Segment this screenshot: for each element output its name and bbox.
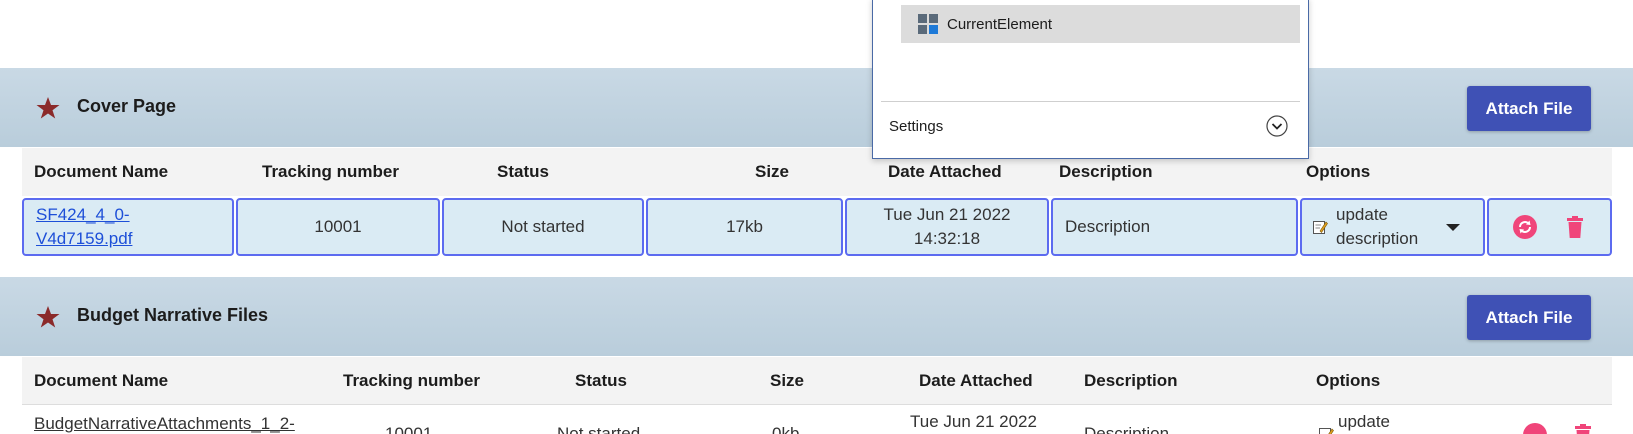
options-select[interactable]: update description — [1300, 198, 1485, 256]
settings-label[interactable]: Settings — [889, 118, 943, 135]
column-header-tracking-number: Tracking number — [343, 371, 480, 390]
edit-note-icon — [1313, 221, 1328, 234]
page: Cover Page Attach File Document Name Tra… — [0, 0, 1633, 434]
cell-actions — [1487, 198, 1612, 256]
table-row: SF424_4_0- V4d7159.pdf 10001 Not started… — [22, 198, 1612, 256]
time-line: 14:32:18 — [913, 229, 981, 248]
cell-tracking-number: 10001 — [385, 424, 433, 434]
cell-description[interactable]: Description — [1084, 424, 1169, 434]
table-header-row: Document Name Tracking number Status Siz… — [22, 148, 1612, 196]
column-header-description: Description — [1059, 162, 1153, 181]
delete-icon[interactable] — [1570, 422, 1596, 434]
document-link[interactable]: BudgetNarrativeAttachments_1_2- — [34, 412, 295, 434]
table-row: BudgetNarrativeAttachments_1_2- 10001 No… — [22, 406, 1612, 434]
required-star-icon — [36, 97, 60, 119]
column-header-status: Status — [575, 371, 627, 390]
refresh-icon[interactable] — [1512, 214, 1538, 240]
grid-icon — [918, 14, 938, 34]
section-title: Cover Page — [77, 96, 177, 116]
section-header-cover-page: Cover Page Attach File — [0, 68, 1633, 147]
refresh-icon[interactable] — [1522, 422, 1548, 434]
dropdown-caret-icon[interactable] — [1446, 223, 1460, 231]
column-header-date-attached: Date Attached — [888, 162, 1002, 181]
column-header-options: Options — [1306, 162, 1371, 181]
delete-icon[interactable] — [1562, 214, 1588, 240]
cell-size: 17kb — [646, 198, 843, 256]
column-header-status: Status — [497, 162, 549, 181]
section-header-budget-narrative: Budget Narrative Files Attach File — [0, 277, 1633, 356]
table-header-row: Document Name Tracking number Status Siz… — [22, 357, 1612, 405]
cell-status: Not started — [557, 424, 641, 434]
column-header-document-name: Document Name — [34, 371, 169, 390]
column-header-document-name: Document Name — [34, 162, 169, 181]
options-value: update description — [1336, 205, 1419, 248]
column-header-tracking-number: Tracking number — [262, 162, 399, 181]
cell-size: 0kb — [772, 424, 800, 434]
section-title: Budget Narrative Files — [77, 305, 269, 325]
cell-description[interactable]: Description — [1051, 198, 1298, 256]
cell-status: Not started — [442, 198, 644, 256]
date-line: Tue Jun 21 2022 — [883, 205, 1011, 224]
cell-tracking-number: 10001 — [236, 198, 440, 256]
divider — [881, 101, 1300, 102]
cell-date-attached: Tue Jun 21 2022 14:32:18 — [845, 198, 1049, 256]
column-header-size: Size — [755, 162, 790, 181]
required-star-icon — [36, 306, 60, 328]
document-link[interactable]: SF424_4_0- V4d7159.pdf — [36, 203, 132, 251]
column-header-options: Options — [1316, 371, 1381, 390]
edit-note-icon — [1319, 428, 1334, 434]
chevron-down-icon[interactable] — [1266, 115, 1288, 137]
element-picker-popup: CurrentElement Settings — [872, 0, 1309, 159]
popup-item-label: CurrentElement — [947, 15, 1053, 33]
column-header-description: Description — [1084, 371, 1178, 390]
options-value[interactable]: update — [1338, 412, 1390, 432]
attach-file-button[interactable]: Attach File — [1467, 295, 1591, 340]
cell-date-attached: Tue Jun 21 2022 — [910, 412, 1037, 431]
popup-item-current-element[interactable]: CurrentElement — [901, 5, 1300, 43]
column-header-size: Size — [770, 371, 805, 390]
attach-file-button[interactable]: Attach File — [1467, 86, 1591, 131]
column-header-date-attached: Date Attached — [919, 371, 1033, 390]
cell-document-name: SF424_4_0- V4d7159.pdf — [22, 198, 234, 256]
